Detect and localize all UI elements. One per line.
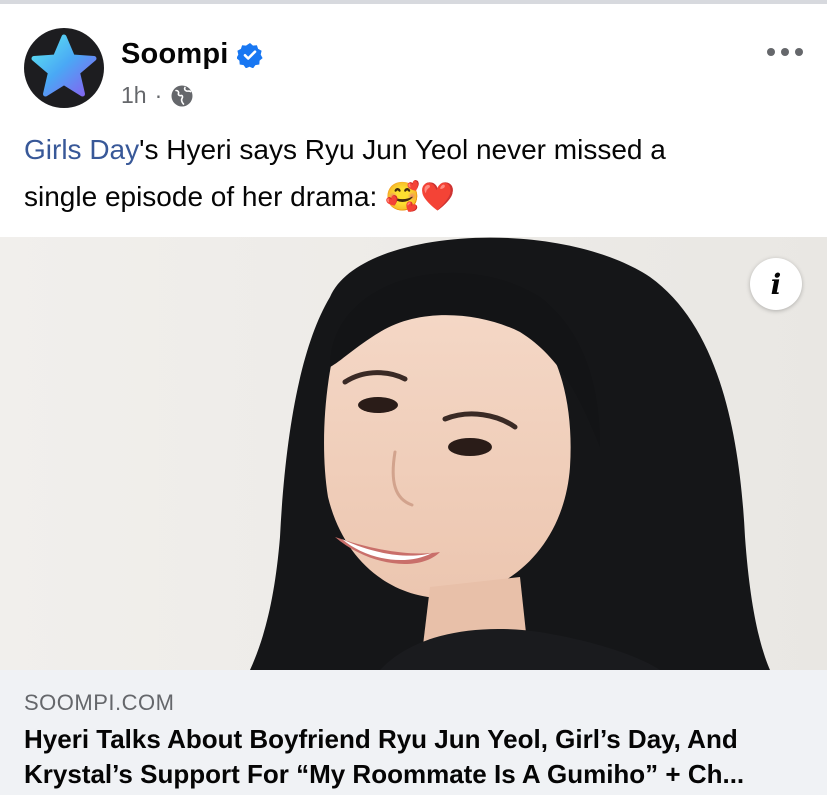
tagged-page-link[interactable]: Girls Day [24,134,139,165]
post-text: Girls Day's Hyeri says Ryu Jun Yeol neve… [24,126,804,220]
post-text-rest: 's Hyeri says Ryu Jun Yeol never missed … [139,134,666,165]
portrait-photo [0,237,827,670]
meta-separator: · [154,82,163,108]
page-name[interactable]: Soompi [121,38,263,71]
link-headline[interactable]: Hyeri Talks About Boyfriend Ryu Jun Yeol… [24,722,814,792]
more-dot [795,48,803,56]
headline-line1: Hyeri Talks About Boyfriend Ryu Jun Yeol… [24,724,738,754]
post-text-line1: Girls Day's Hyeri says Ryu Jun Yeol neve… [24,126,804,173]
author-name[interactable]: Soompi [121,38,229,71]
star-logo-icon [31,34,97,97]
globe-icon [171,85,193,106]
timestamp[interactable]: 1h [121,82,147,109]
top-divider [0,0,827,4]
more-dot [781,48,789,56]
post-image[interactable] [0,237,827,670]
link-preview[interactable]: SOOMPI.COM Hyeri Talks About Boyfriend R… [0,670,827,795]
info-icon[interactable]: i [750,258,802,310]
link-domain: SOOMPI.COM [24,690,175,715]
more-options-icon[interactable] [767,46,803,58]
more-dot [767,48,775,56]
avatar[interactable] [24,28,104,108]
post-text-line2: single episode of her drama: 🥰❤️ [24,181,455,212]
post-meta: 1h · [121,82,194,109]
headline-line2: Krystal’s Support For “My Roommate Is A … [24,759,745,789]
verified-badge-icon [236,42,263,68]
